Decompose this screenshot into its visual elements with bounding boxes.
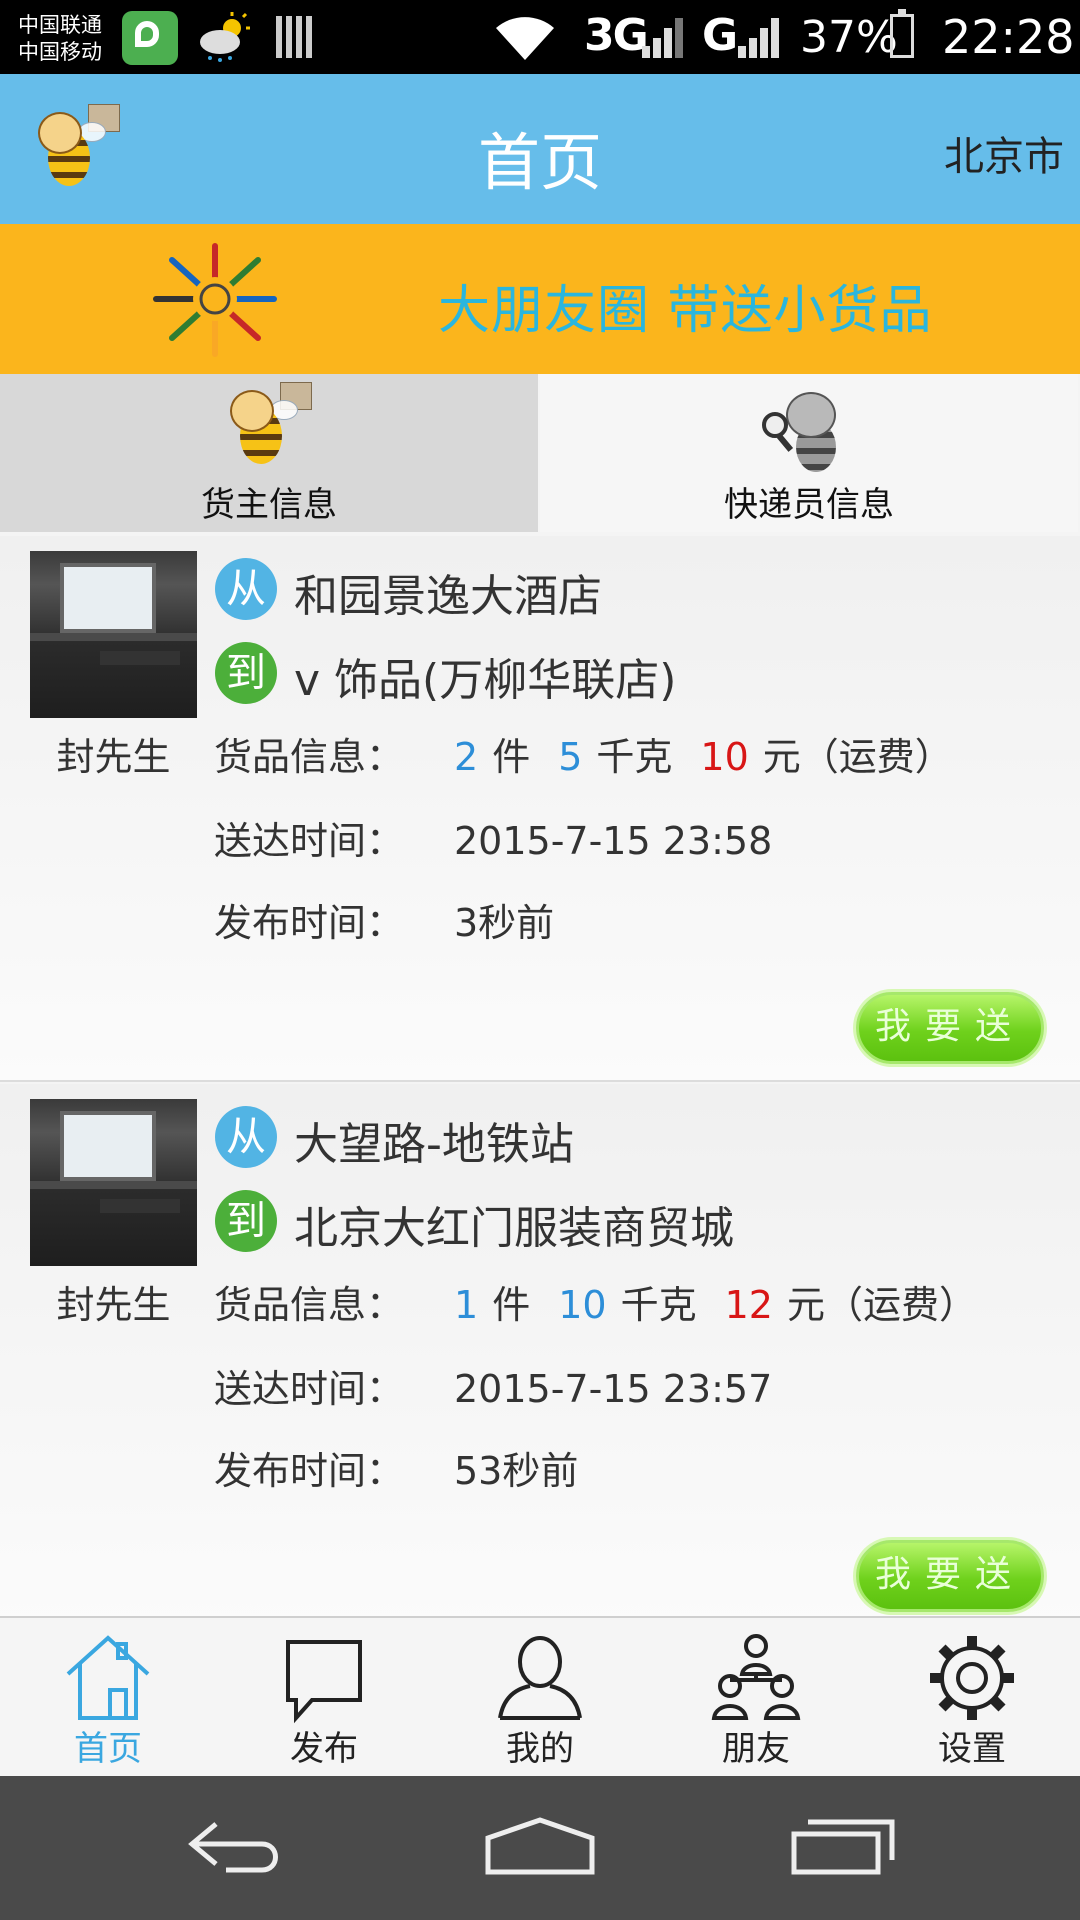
tab-label: 快递员信息 (724, 485, 894, 525)
goods-info-label: 货品信息： (214, 1283, 405, 1327)
gear-icon (930, 1636, 1014, 1720)
parking-app-icon (122, 11, 178, 65)
bee-shipper-icon (222, 382, 318, 478)
goods-info-row: 货品信息： 1 件 10 千克 12 元（运费） (214, 1274, 977, 1329)
bee-magnifier-icon (762, 388, 858, 484)
avatar[interactable] (30, 551, 197, 718)
shipment-list[interactable]: 封先生 从 和园景逸大酒店 到 v 饰品(万柳华联店) 货品信息： 2 件 5 千克 10… (0, 536, 1080, 1616)
delivery-time-row: 送达时间： 2015-7-15 23:58 (214, 810, 772, 865)
delivery-time-label: 送达时间： (214, 819, 405, 863)
fee-unit: 元（运费） (786, 1283, 977, 1327)
battery-percent: 37% (800, 12, 898, 63)
signal-icon-1 (642, 18, 683, 58)
pieces-value: 1 (454, 1283, 479, 1327)
fee-value: 12 (724, 1283, 773, 1327)
chat-bubble-icon (286, 1640, 362, 1724)
bottom-nav: 首页 发布 我的 朋友 设置 (0, 1616, 1080, 1776)
storage-icon (276, 16, 312, 58)
battery-icon (890, 9, 914, 58)
publisher-name: 封先生 (56, 1283, 171, 1327)
from-icon: 从 (215, 1106, 277, 1168)
nav-label: 朋友 (722, 1729, 790, 1769)
publish-time-value: 53秒前 (454, 1449, 579, 1493)
network-type-2: G (702, 10, 738, 61)
carrier-names: 中国联通 中国移动 (18, 12, 102, 66)
to-address: 北京大红门服装商贸城 (294, 1203, 734, 1254)
fee-unit: 元（运费） (762, 735, 953, 779)
weight-unit: 千克 (620, 1283, 697, 1327)
app-header: 首页 北京市 (0, 74, 1080, 224)
delivery-time-value: 2015-7-15 23:58 (454, 819, 773, 863)
weight-unit: 千克 (596, 735, 673, 779)
from-icon: 从 (215, 558, 277, 620)
nav-friends[interactable]: 朋友 (648, 1618, 864, 1778)
people-circle-icon (153, 243, 277, 357)
publish-time-label: 发布时间： (214, 901, 405, 945)
carrier-1: 中国联通 (18, 13, 102, 37)
weight-value: 10 (558, 1283, 607, 1327)
weather-icon (200, 12, 250, 62)
pieces-unit: 件 (492, 735, 531, 779)
pieces-value: 2 (454, 735, 479, 779)
wifi-icon (496, 17, 554, 60)
to-icon: 到 (215, 1190, 277, 1252)
from-address: 大望路-地铁站 (294, 1119, 574, 1170)
clock: 22:28 (942, 10, 1075, 64)
list-item[interactable]: 封先生 从 大望路-地铁站 到 北京大红门服装商贸城 货品信息： 1 件 10 千克 12… (0, 1084, 1080, 1616)
delivery-time-row: 送达时间： 2015-7-15 23:57 (214, 1358, 772, 1413)
recent-apps-icon[interactable] (790, 1814, 898, 1878)
city-selector[interactable]: 北京市 (944, 124, 1064, 182)
carrier-2: 中国移动 (18, 40, 102, 64)
to-address: v 饰品(万柳华联店) (294, 655, 677, 706)
delivery-time-label: 送达时间： (214, 1367, 405, 1411)
role-tabs: 货主信息 快递员信息 (0, 374, 1080, 532)
from-address: 和园景逸大酒店 (294, 571, 602, 622)
publish-time-label: 发布时间： (214, 1449, 405, 1493)
goods-info-label: 货品信息： (214, 735, 405, 779)
fee-value: 10 (700, 735, 749, 779)
person-icon (498, 1636, 582, 1720)
home-button-icon[interactable] (484, 1814, 596, 1878)
weight-value: 5 (558, 735, 583, 779)
nav-label: 设置 (938, 1729, 1006, 1769)
back-icon[interactable] (186, 1814, 290, 1878)
system-nav-bar (0, 1776, 1080, 1920)
promo-banner[interactable]: 大朋友圈 带送小货品 (0, 224, 1080, 374)
nav-label: 发布 (290, 1729, 358, 1769)
network-type-1: 3G (584, 10, 649, 61)
tab-courier-info[interactable]: 快递员信息 (540, 374, 1078, 532)
nav-label: 我的 (506, 1729, 574, 1769)
nav-home[interactable]: 首页 (0, 1618, 216, 1778)
page-title: 首页 (477, 126, 602, 199)
banner-slogan: 大朋友圈 带送小货品 (438, 281, 933, 341)
nav-settings[interactable]: 设置 (864, 1618, 1080, 1778)
to-icon: 到 (215, 642, 277, 704)
status-bar: 中国联通 中国移动 3G G 37% 22:28 (0, 0, 1080, 74)
tab-shipper-info[interactable]: 货主信息 (0, 374, 538, 532)
send-button[interactable]: 我要送 (856, 1540, 1044, 1612)
pieces-unit: 件 (492, 1283, 531, 1327)
group-icon (711, 1634, 801, 1720)
avatar[interactable] (30, 1099, 197, 1266)
publish-time-value: 3秒前 (454, 901, 555, 945)
goods-info-row: 货品信息： 2 件 5 千克 10 元（运费） (214, 726, 953, 781)
nav-mine[interactable]: 我的 (432, 1618, 648, 1778)
tab-label: 货主信息 (201, 485, 337, 525)
nav-label: 首页 (74, 1729, 142, 1769)
send-button[interactable]: 我要送 (856, 992, 1044, 1064)
delivery-time-value: 2015-7-15 23:57 (454, 1367, 773, 1411)
nav-publish[interactable]: 发布 (216, 1618, 432, 1778)
publisher-name: 封先生 (56, 735, 171, 779)
publish-time-row: 发布时间： 3秒前 (214, 892, 554, 947)
publish-time-row: 发布时间： 53秒前 (214, 1440, 578, 1495)
home-icon (66, 1635, 150, 1720)
signal-icon-2 (738, 18, 779, 58)
list-item[interactable]: 封先生 从 和园景逸大酒店 到 v 饰品(万柳华联店) 货品信息： 2 件 5 千克 10… (0, 536, 1080, 1082)
